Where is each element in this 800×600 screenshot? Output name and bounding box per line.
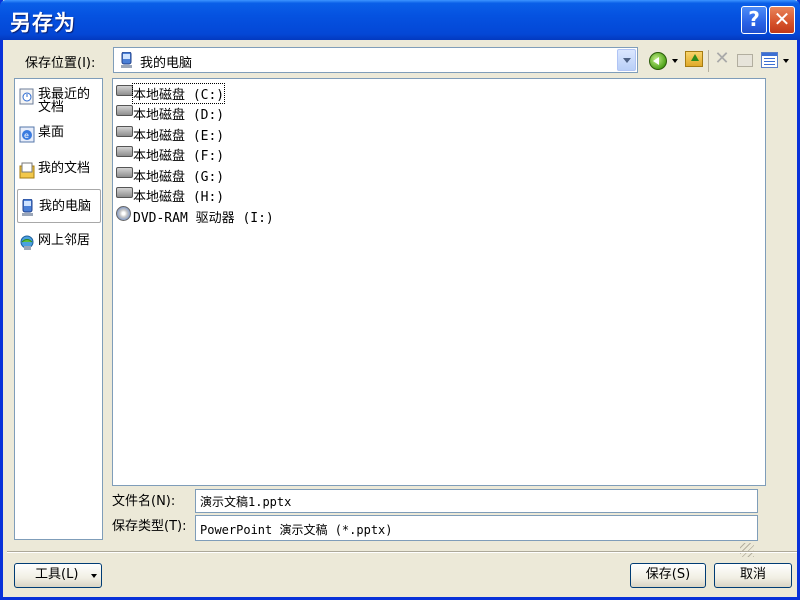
filename-input[interactable] (195, 489, 758, 513)
help-button[interactable]: ? (741, 6, 767, 34)
drive-icon (116, 85, 133, 96)
back-icon[interactable] (649, 52, 667, 70)
place-my-computer[interactable]: 我的电脑 (17, 189, 101, 223)
filetype-select[interactable]: PowerPoint 演示文稿 (*.pptx) (195, 515, 758, 541)
place-label: 桌面 (38, 125, 65, 140)
drive-icon (116, 167, 133, 178)
drive-icon (116, 105, 133, 116)
recent-documents-icon (19, 88, 34, 105)
back-dropdown-icon[interactable] (672, 59, 678, 63)
drive-icon (116, 187, 133, 198)
file-list[interactable]: 本地磁盘 (C:) 本地磁盘 (D:) 本地磁盘 (E:) 本地磁盘 (F:) … (112, 78, 766, 486)
window-title: 另存为 (10, 11, 76, 35)
new-folder-icon[interactable] (737, 54, 753, 67)
resize-grip-icon[interactable] (740, 543, 754, 557)
drive-icon (116, 146, 133, 157)
my-computer-icon (22, 199, 33, 216)
network-places-icon (20, 235, 34, 250)
place-network[interactable]: 网上邻居 (17, 229, 101, 263)
place-label: 我的电脑 (39, 199, 92, 214)
my-documents-icon (19, 162, 35, 179)
place-my-documents[interactable]: 我的文档 (17, 157, 101, 191)
place-label: 我最近的文档 (38, 87, 91, 115)
places-bar: 我最近的文档 e 桌面 我的文档 我的电脑 网上邻居 (14, 78, 103, 540)
dvd-drive-icon (116, 206, 131, 221)
place-recent-documents[interactable]: 我最近的文档 (17, 83, 101, 117)
divider (7, 551, 797, 553)
close-button[interactable]: ✕ (769, 6, 795, 34)
chevron-down-icon[interactable] (617, 49, 636, 71)
file-name: 本地磁盘 (E:) (133, 129, 225, 144)
file-name: 本地磁盘 (G:) (133, 170, 225, 185)
save-in-value: 我的电脑 (140, 56, 193, 71)
views-menu-icon[interactable] (761, 52, 778, 68)
file-name: 本地磁盘 (F:) (133, 149, 225, 164)
drive-icon (116, 126, 133, 137)
save-as-dialog: 另存为 ? ✕ 保存位置(I): 我的电脑 ✕ 我最近的文档 e 桌面 我的文档… (0, 0, 800, 600)
cancel-button[interactable]: 取消 (714, 563, 792, 588)
up-folder-icon[interactable] (685, 51, 703, 67)
place-desktop[interactable]: e 桌面 (17, 121, 101, 155)
filetype-label: 保存类型(T): (112, 519, 187, 534)
title-bar[interactable]: 另存为 ? ✕ (0, 0, 800, 40)
svg-text:e: e (24, 131, 29, 140)
delete-icon[interactable]: ✕ (713, 50, 731, 68)
save-in-label: 保存位置(I): (25, 56, 96, 71)
file-name: DVD-RAM 驱动器 (I:) (133, 211, 274, 226)
file-name: 本地磁盘 (H:) (133, 190, 225, 205)
save-in-combobox[interactable]: 我的电脑 (113, 47, 638, 73)
save-button[interactable]: 保存(S) (630, 563, 706, 588)
tools-button[interactable]: 工具(L) (14, 563, 102, 588)
my-computer-icon (121, 52, 132, 68)
file-name: 本地磁盘 (D:) (133, 108, 225, 123)
chevron-down-icon (91, 574, 97, 578)
views-dropdown-icon[interactable] (783, 59, 789, 63)
place-label: 我的文档 (38, 161, 91, 176)
place-label: 网上邻居 (38, 233, 91, 248)
filename-label: 文件名(N): (112, 494, 176, 509)
toolbar-separator (708, 50, 709, 72)
tools-label: 工具(L) (35, 567, 79, 582)
desktop-icon: e (19, 126, 35, 143)
file-name: 本地磁盘 (C:) (131, 83, 226, 104)
